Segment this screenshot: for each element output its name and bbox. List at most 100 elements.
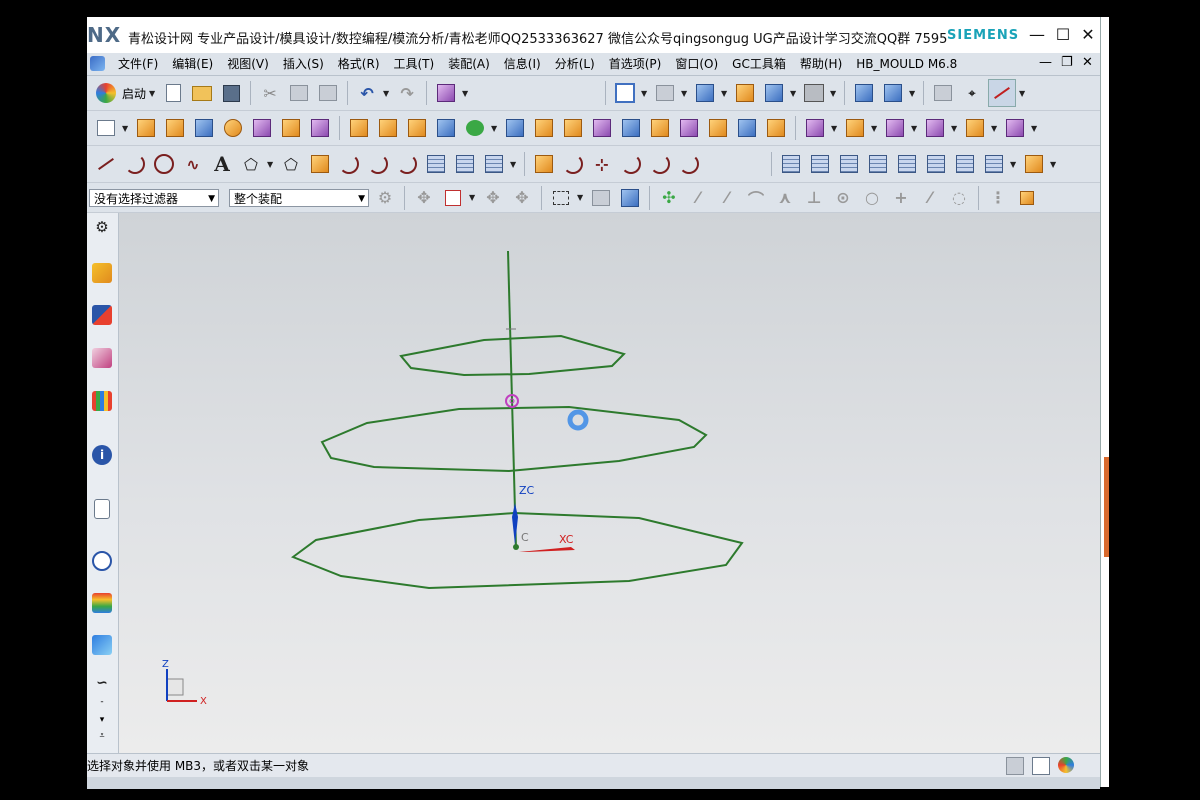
wcs-display-icon[interactable] <box>988 79 1017 107</box>
sew-icon[interactable] <box>763 115 789 141</box>
doc-restore-button[interactable]: ❐ <box>1061 55 1073 70</box>
replace-face-dropdown-icon[interactable]: ▼ <box>951 124 959 133</box>
line-icon[interactable] <box>93 151 119 177</box>
constraint-navigator-icon[interactable] <box>90 303 114 327</box>
cut-icon[interactable]: ✂ <box>257 80 283 106</box>
undo-dropdown-icon[interactable]: ▼ <box>383 89 391 98</box>
wcs-dropdown-icon[interactable]: ▼ <box>1019 89 1027 98</box>
bottom-polygon-curve[interactable] <box>290 511 744 590</box>
n-sided-icon[interactable] <box>894 151 920 177</box>
move-face-icon[interactable] <box>842 115 868 141</box>
menu-item[interactable]: 装配(A) <box>441 56 497 72</box>
resize-face-dropdown-icon[interactable]: ▼ <box>991 124 999 133</box>
text-icon[interactable]: A <box>209 151 235 177</box>
offset-face-icon[interactable] <box>589 115 615 141</box>
snap-on-curve-icon[interactable]: ⁄ <box>917 185 943 211</box>
section-view-icon[interactable] <box>732 80 758 106</box>
delete-face-icon[interactable] <box>882 115 908 141</box>
revolve-icon[interactable] <box>162 115 188 141</box>
wcs-origin-icon[interactable]: ⌖ <box>959 80 985 106</box>
info-icon[interactable]: i <box>90 443 114 467</box>
datum-plane-icon[interactable] <box>346 115 372 141</box>
rectangle-dropdown-icon[interactable]: ▼ <box>577 193 585 202</box>
boolean-dropdown-icon[interactable]: ▼ <box>491 124 499 133</box>
surface-edit-icon[interactable] <box>1021 151 1047 177</box>
studio-surface-icon[interactable] <box>923 151 949 177</box>
history-icon[interactable] <box>90 549 114 573</box>
menu-item[interactable]: 文件(F) <box>111 56 165 72</box>
wcs-origin[interactable] <box>513 544 519 550</box>
move-dropdown-icon[interactable]: ▼ <box>831 124 839 133</box>
draft-icon[interactable] <box>676 115 702 141</box>
through-curves-icon[interactable] <box>778 151 804 177</box>
feature-select-icon[interactable] <box>440 185 466 211</box>
extract-curve-icon[interactable] <box>452 151 478 177</box>
edit-curve-icon[interactable] <box>531 151 557 177</box>
menu-item[interactable]: 插入(S) <box>276 56 331 72</box>
mesh-surface-icon[interactable] <box>481 151 507 177</box>
menu-item[interactable]: 帮助(H) <box>793 56 849 72</box>
graphics-window[interactable]: ZC XC C Z X <box>119 213 1100 753</box>
edit-section-icon[interactable] <box>761 80 787 106</box>
web-browser-icon[interactable] <box>90 497 114 521</box>
through-mesh-icon[interactable] <box>807 151 833 177</box>
layer-dropdown-icon[interactable]: ▼ <box>909 89 917 98</box>
boss-icon[interactable] <box>249 115 275 141</box>
spline-icon[interactable]: ∿ <box>180 151 206 177</box>
filter-body-icon[interactable] <box>588 185 614 211</box>
intersect-curve-icon[interactable] <box>394 151 420 177</box>
app-menu-icon[interactable] <box>90 56 105 71</box>
globe-icon[interactable] <box>1058 757 1074 773</box>
menu-item[interactable]: 工具(T) <box>387 56 442 72</box>
command-finder-dropdown-icon[interactable]: ▼ <box>462 89 470 98</box>
resource-scroll-icon[interactable]: ▾ <box>90 713 114 727</box>
fillet-curve-icon[interactable] <box>676 151 702 177</box>
synchronous-icon[interactable] <box>1002 115 1028 141</box>
system-scenes-icon[interactable] <box>90 633 114 657</box>
assembly-scope-dropdown[interactable]: 整个装配 ▼ <box>229 188 369 207</box>
snap-quadrant-icon[interactable]: ○ <box>859 185 885 211</box>
unite-icon[interactable] <box>433 115 459 141</box>
pattern-icon[interactable] <box>375 115 401 141</box>
top-polygon-curve[interactable] <box>399 334 626 377</box>
snap-end-icon[interactable]: ⁄ <box>685 185 711 211</box>
edge-blend-icon[interactable] <box>618 115 644 141</box>
resource-settings-icon[interactable]: ⚙ <box>90 215 114 239</box>
menu-item[interactable]: 格式(R) <box>331 56 387 72</box>
menu-item[interactable]: 编辑(E) <box>165 56 220 72</box>
zc-axis-arrow[interactable] <box>512 503 518 545</box>
move-face-dropdown-icon[interactable]: ▼ <box>871 124 879 133</box>
fit-view-icon[interactable] <box>612 80 638 106</box>
divide-curve-icon[interactable]: ⊹ <box>589 151 615 177</box>
resource-more-icon[interactable]: - <box>90 695 114 709</box>
full-screen-icon[interactable] <box>1032 757 1050 775</box>
menu-item[interactable]: 首选项(P) <box>602 56 669 72</box>
curve-length-icon[interactable] <box>618 151 644 177</box>
arc-icon[interactable] <box>122 151 148 177</box>
smooth-curve-icon[interactable] <box>647 151 673 177</box>
offset-curve-icon[interactable]: ⬠ <box>278 151 304 177</box>
snap-mid-icon[interactable]: ⁄ <box>714 185 740 211</box>
section-curve-icon[interactable] <box>423 151 449 177</box>
snap-center-icon[interactable]: ⊥ <box>801 185 827 211</box>
thicken-icon[interactable] <box>705 115 731 141</box>
resize-face-icon[interactable] <box>962 115 988 141</box>
patch-icon[interactable] <box>981 151 1007 177</box>
filter-solid-icon[interactable] <box>617 185 643 211</box>
cylinder-icon[interactable] <box>220 115 246 141</box>
selection-gear-icon[interactable]: ⚙ <box>372 185 398 211</box>
split-body-icon[interactable] <box>560 115 586 141</box>
copy-icon[interactable] <box>286 80 312 106</box>
snap-angle-icon[interactable] <box>1014 185 1040 211</box>
part-navigator-icon[interactable] <box>90 346 114 370</box>
shell-icon[interactable] <box>502 115 528 141</box>
snap-arc-center-icon[interactable]: ⊙ <box>830 185 856 211</box>
ruled-icon[interactable] <box>865 151 891 177</box>
menu-item[interactable]: 窗口(O) <box>668 56 725 72</box>
mesh-dropdown-icon[interactable]: ▼ <box>510 160 518 169</box>
snap-intersect-icon[interactable]: ⋏ <box>772 185 798 211</box>
section-dropdown-icon[interactable]: ▼ <box>790 89 798 98</box>
fit-view-dropdown-icon[interactable]: ▼ <box>641 89 649 98</box>
menu-item[interactable]: GC工具箱 <box>725 56 793 72</box>
grid-toggle-icon[interactable] <box>1006 757 1024 775</box>
